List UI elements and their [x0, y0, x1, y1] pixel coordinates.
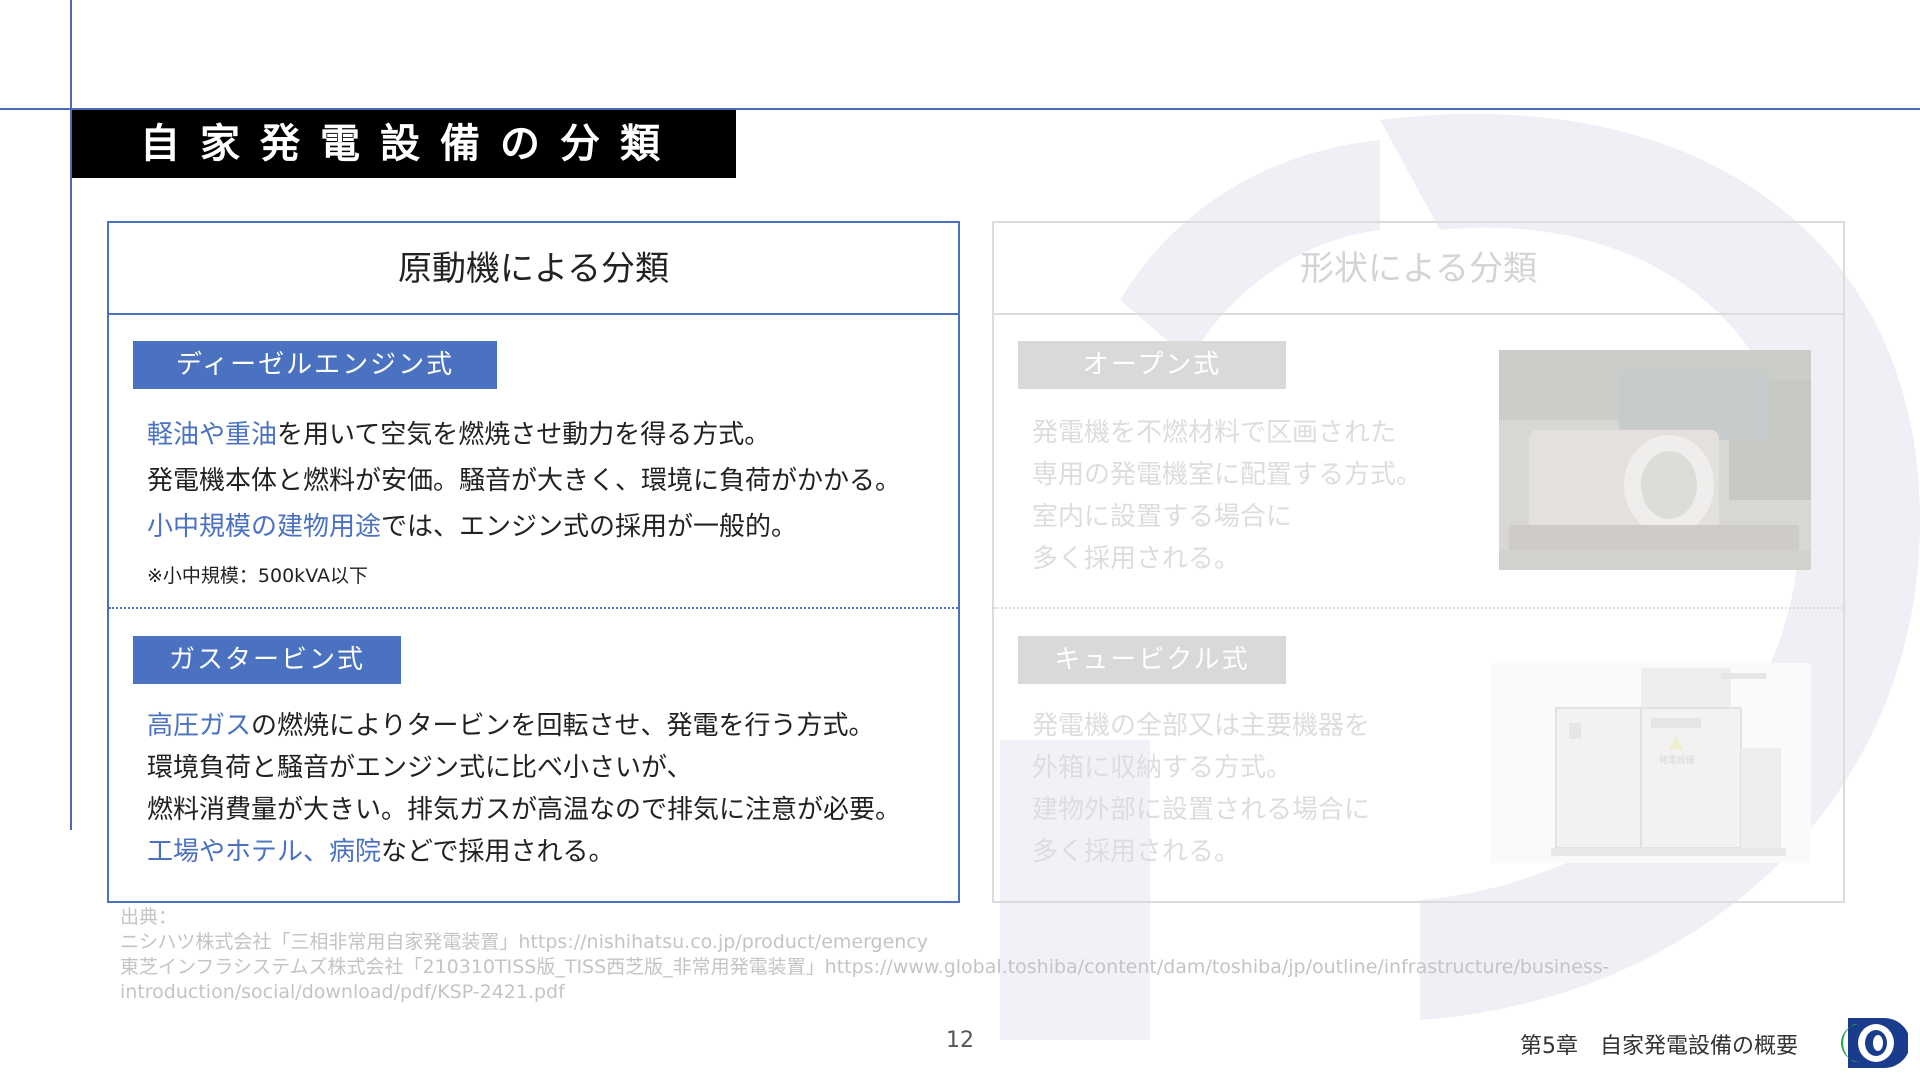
page-number: 12 — [946, 1028, 974, 1053]
panel-header: 形状による分類 — [994, 223, 1843, 315]
text-line: 燃料消費量が大きい。排気ガスが高温なので排気に注意が必要。 — [147, 795, 902, 825]
text-line: 小中規模の建物用途では、エンジン式の採用が一般的。 — [147, 512, 798, 542]
text-line: 工場やホテル、病院などで採用される。 — [147, 837, 615, 867]
text-line: 高圧ガスの燃焼によりタービンを回転させ、発電を行う方式。 — [147, 711, 875, 741]
source-line: introduction/social/download/pdf/KSP-242… — [120, 981, 565, 1003]
text-line: 多く採用される。 — [1032, 544, 1241, 574]
text-line: 専用の発電機室に配置する方式。 — [1032, 460, 1423, 490]
text-line: 発電機本体と燃料が安価。騒音が大きく、環境に負荷がかかる。 — [147, 466, 902, 496]
source-line: 出典： — [120, 906, 178, 928]
diesel-description: 軽油や重油を用いて空気を燃焼させ動力を得る方式。 発電機本体と燃料が安価。騒音が… — [147, 414, 901, 548]
text-line: 軽油や重油を用いて空気を燃焼させ動力を得る方式。 — [147, 420, 771, 450]
cubicle-label: 発電設備 — [1659, 754, 1695, 766]
text-line: 多く採用される。 — [1032, 837, 1241, 867]
panel-header: 原動機による分類 — [109, 223, 958, 315]
shape-panel: 形状による分類 オープン式 発電機を不燃材料で区画された 専用の発電機室に配置す… — [992, 221, 1845, 903]
open-type-description: 発電機を不燃材料で区画された 専用の発電機室に配置する方式。 室内に設置する場合… — [1032, 412, 1422, 580]
cubicle-type-description: 発電機の全部又は主要機器を 外箱に収納する方式。 建物外部に設置される場合に 多… — [1032, 705, 1370, 873]
text-line: 環境負荷と騒音がエンジン式に比べ小さいが、 — [147, 753, 693, 783]
chapter-label: 第5章 自家発電設備の概要 — [1520, 1034, 1798, 1059]
text-line: 室内に設置する場合に — [1032, 502, 1293, 532]
gas-turbine-tag: ガスタービン式 — [133, 636, 401, 684]
text-line: 外箱に収納する方式。 — [1032, 753, 1293, 783]
section-divider — [994, 607, 1843, 609]
prime-mover-panel: 原動機による分類 ディーゼルエンジン式 軽油や重油を用いて空気を燃焼させ動力を得… — [107, 221, 960, 903]
text-line: 発電機の全部又は主要機器を — [1032, 711, 1371, 741]
text-line: 建物外部に設置される場合に — [1032, 795, 1371, 825]
scale-note: ※小中規模：500kVA以下 — [147, 565, 368, 587]
generator-photo — [1499, 350, 1811, 570]
section-divider — [109, 607, 958, 609]
text-line: 発電機を不燃材料で区画された — [1032, 418, 1397, 448]
slide-title: 自家発電設備の分類 — [140, 121, 680, 167]
source-line: 東芝インフラシステムズ株式会社「210310TISS版_TISS西芝版_非常用発… — [120, 956, 1610, 978]
cubicle-type-tag: キュービクル式 — [1018, 636, 1286, 684]
logo-icon — [1841, 1018, 1908, 1068]
open-type-tag: オープン式 — [1018, 341, 1286, 389]
diesel-tag: ディーゼルエンジン式 — [133, 341, 497, 389]
source-line: ニシハツ株式会社「三相非常用自家発電装置」https://nishihatsu.… — [120, 931, 929, 953]
source-citations: 出典： ニシハツ株式会社「三相非常用自家発電装置」https://nishiha… — [120, 905, 1820, 1005]
gas-turbine-description: 高圧ガスの燃焼によりタービンを回転させ、発電を行う方式。 環境負荷と騒音がエンジ… — [147, 705, 901, 873]
cubicle-generator-photo: 発電設備 — [1491, 663, 1811, 863]
